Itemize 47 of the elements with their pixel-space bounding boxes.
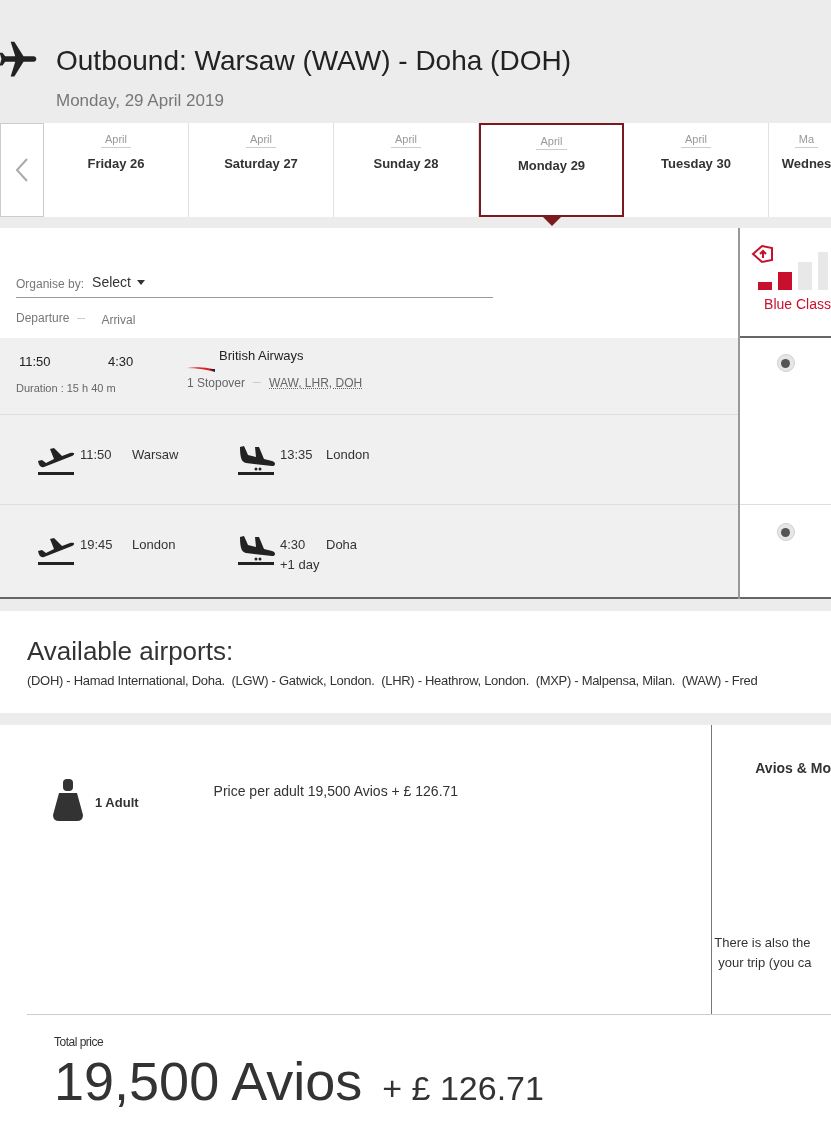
total-cash: + £ 126.71 bbox=[382, 1068, 544, 1109]
date-tab[interactable]: April Tuesday 30 bbox=[624, 123, 769, 217]
arrival-time: 4:30 bbox=[108, 353, 134, 371]
landing-icon bbox=[236, 445, 276, 475]
cabin-class-icon bbox=[750, 244, 829, 290]
organise-label: Organise by: bbox=[16, 276, 85, 293]
page-date: Monday, 29 April 2019 bbox=[56, 90, 225, 112]
payment-note: There is also the bbox=[714, 934, 812, 952]
next-day-note: +1 day bbox=[280, 555, 321, 574]
page-title: Outbound: Warsaw (WAW) - Doha (DOH) bbox=[56, 44, 571, 78]
chevron-left-icon bbox=[15, 157, 29, 183]
arrival-city: London bbox=[326, 446, 370, 464]
date-tab[interactable]: April Sunday 28 bbox=[334, 123, 479, 217]
payment-note: your trip (you ca bbox=[718, 953, 813, 972]
column-header: Arrival bbox=[101, 312, 136, 329]
date-tab[interactable]: Ma Wednes bbox=[769, 123, 831, 217]
date-tab[interactable]: April Friday 26 bbox=[44, 123, 189, 217]
passenger-count: 1 Adult bbox=[95, 794, 139, 812]
airline-name: British Airways bbox=[219, 347, 304, 365]
takeoff-icon bbox=[36, 535, 76, 565]
sort-dropdown[interactable]: Select bbox=[92, 272, 145, 293]
takeoff-icon bbox=[36, 445, 76, 475]
arrival-time: 4:30 bbox=[280, 536, 307, 554]
departure-city: London bbox=[132, 536, 177, 554]
total-price-label: Total price bbox=[54, 1034, 105, 1051]
radio-button[interactable] bbox=[776, 354, 795, 372]
departure-time: 11:50 bbox=[19, 353, 52, 371]
cabin-class-name: Blue Class bbox=[764, 295, 831, 314]
airports-heading: Available airports: bbox=[27, 635, 235, 667]
stopover-count: 1 Stopover bbox=[187, 374, 246, 392]
departure-time: 11:50 bbox=[80, 446, 113, 464]
departure-time: 19:45 bbox=[80, 536, 114, 554]
arrival-time: 13:35 bbox=[280, 446, 314, 464]
route-codes: WAW, LHR, DOH bbox=[269, 374, 363, 392]
arrival-city: Doha bbox=[326, 536, 358, 554]
flight-summary-row[interactable]: 11:50 4:30 Duration : 15 h 40 m British Airways 1 Stopover WAW, LHR, DOH bbox=[0, 338, 739, 414]
payment-heading: Avios & Mo bbox=[755, 759, 831, 778]
column-header: Departure bbox=[16, 310, 70, 327]
person-icon bbox=[53, 779, 83, 821]
flight-duration: Duration : 15 h 40 m bbox=[16, 380, 117, 396]
airports-list: (DOH) - Hamad International, Doha. (LGW) - Gatwick, London. (LHR) - Heathrow, London. (MXP) - Malpensa, Milan. (WAW) - Fred bbox=[27, 671, 831, 691]
radio-button[interactable] bbox=[776, 523, 795, 541]
landing-icon bbox=[236, 535, 276, 565]
price-per-adult: Price per adult 19,500 Avios + £ 126.71 bbox=[213, 782, 459, 801]
date-tab[interactable]: April Saturday 27 bbox=[189, 123, 334, 217]
departure-city: Warsaw bbox=[132, 446, 180, 464]
total-avios: 19,500 Avios bbox=[54, 1051, 363, 1111]
